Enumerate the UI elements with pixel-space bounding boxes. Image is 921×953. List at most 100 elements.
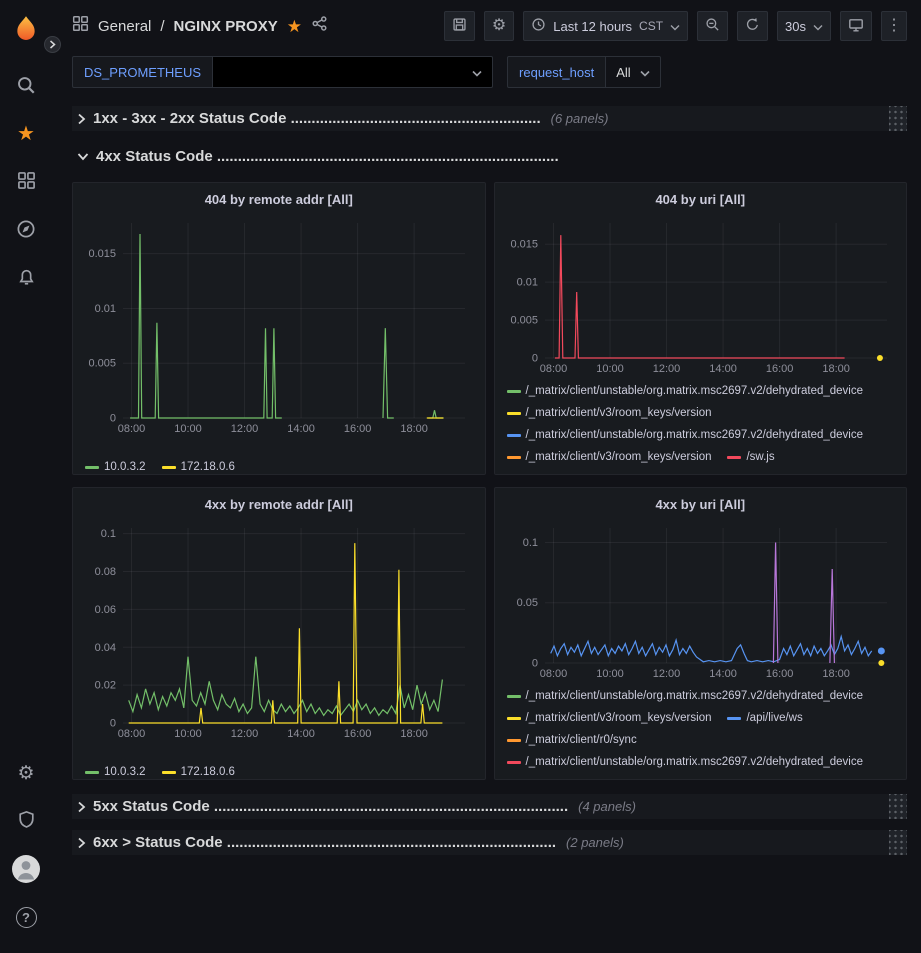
clock-icon xyxy=(531,17,546,35)
dashboard-row-4xx[interactable]: 4xx Status Code ........................… xyxy=(72,144,907,169)
svg-text:08:00: 08:00 xyxy=(539,363,567,375)
sidebar-item-search[interactable] xyxy=(6,66,46,106)
svg-text:18:00: 18:00 xyxy=(400,728,428,740)
sidebar-item-starred[interactable]: ★ xyxy=(6,114,46,154)
svg-text:0.01: 0.01 xyxy=(516,277,537,289)
legend-item[interactable]: /sw.js xyxy=(727,446,774,468)
svg-text:14:00: 14:00 xyxy=(709,668,737,680)
breadcrumb-folder[interactable]: General xyxy=(98,18,151,35)
legend-series-color xyxy=(507,434,521,437)
dashboard-row-5xx[interactable]: 5xx Status Code ........................… xyxy=(72,794,907,819)
panel-title[interactable]: 4xx by remote addr [All] xyxy=(81,493,477,518)
svg-text:16:00: 16:00 xyxy=(765,363,793,375)
refresh-interval-picker[interactable]: 30s xyxy=(777,11,831,41)
time-zone-label: CST xyxy=(639,19,663,33)
save-dashboard-button[interactable] xyxy=(444,11,475,41)
legend-series-label: 172.18.0.6 xyxy=(181,461,235,473)
shield-icon xyxy=(17,810,36,832)
panel-title[interactable]: 404 by uri [All] xyxy=(503,188,899,213)
svg-text:0.005: 0.005 xyxy=(510,315,538,327)
sidebar-item-explore[interactable] xyxy=(6,210,46,250)
legend-series-label: /api/live/ws xyxy=(746,712,802,724)
svg-text:18:00: 18:00 xyxy=(822,363,850,375)
variable-label: DS_PROMETHEUS xyxy=(72,56,213,88)
timeseries-chart[interactable]: 08:0010:0012:0014:0016:0018:0000.0050.01… xyxy=(503,213,897,378)
grafana-logo-icon[interactable] xyxy=(9,12,43,46)
panel-grid: 404 by remote addr [All] 08:0010:0012:00… xyxy=(72,182,907,780)
sidebar-item-alerting[interactable] xyxy=(6,258,46,298)
sidebar-item-server-admin[interactable] xyxy=(6,801,46,841)
svg-text:08:00: 08:00 xyxy=(118,423,146,435)
legend-series-label: /_matrix/client/unstable/org.matrix.msc2… xyxy=(526,429,864,441)
legend-item[interactable]: /_matrix/client/r0/sync xyxy=(507,729,637,751)
svg-text:0.05: 0.05 xyxy=(516,597,537,609)
legend-item[interactable]: /_matrix/client/unstable/org.matrix.msc2… xyxy=(507,380,864,402)
legend-item[interactable]: /_matrix/client/unstable/org.matrix.msc2… xyxy=(507,685,864,707)
legend-series-color xyxy=(727,717,741,720)
more-options-button[interactable]: ⋮ xyxy=(881,11,907,41)
row-drag-handle-icon[interactable] xyxy=(889,830,907,855)
svg-text:10:00: 10:00 xyxy=(596,668,624,680)
row-title: 5xx Status Code ........................… xyxy=(93,798,568,815)
sidebar-item-profile[interactable] xyxy=(6,849,46,889)
legend-item[interactable]: /api/live/ws xyxy=(727,707,802,729)
legend-item[interactable]: /_matrix/client/v3/room_keys/version xyxy=(507,402,712,424)
dashboard-row-1xx-3xx-2xx[interactable]: 1xx - 3xx - 2xx Status Code ............… xyxy=(72,106,907,131)
svg-text:16:00: 16:00 xyxy=(765,668,793,680)
panel-legend: /_matrix/client/unstable/org.matrix.msc2… xyxy=(503,683,899,773)
navbar: General / NGINX PROXY ★ ⚙ Last 12 hours … xyxy=(52,0,921,52)
refresh-button[interactable] xyxy=(737,11,768,41)
chevron-down-icon xyxy=(77,152,89,161)
legend-item[interactable]: /_matrix/client/v3/room_keys/version xyxy=(507,446,712,468)
legend-series-label: /sw.js xyxy=(746,451,774,463)
breadcrumb-separator: / xyxy=(160,18,164,35)
svg-text:0.04: 0.04 xyxy=(95,642,116,654)
row-drag-handle-icon[interactable] xyxy=(889,106,907,131)
svg-text:12:00: 12:00 xyxy=(231,728,259,740)
panel-title[interactable]: 404 by remote addr [All] xyxy=(81,188,477,213)
legend-item[interactable]: 172.18.0.6 xyxy=(162,456,235,474)
variable-ds-prometheus: DS_PROMETHEUS xyxy=(72,56,493,88)
dashboard-row-6xx[interactable]: 6xx > Status Code ......................… xyxy=(72,830,907,855)
legend-series-label: /_matrix/client/r0/sync xyxy=(526,734,637,746)
sidebar-item-help[interactable]: ? xyxy=(6,897,46,937)
row-drag-handle-icon[interactable] xyxy=(889,794,907,819)
legend-item[interactable]: /_matrix/client/unstable/org.matrix.msc2… xyxy=(507,751,864,773)
navbar-actions: ⚙ Last 12 hours CST 30s xyxy=(444,11,907,41)
sidebar-item-dashboards[interactable] xyxy=(6,162,46,202)
chevron-down-icon xyxy=(472,65,482,80)
variable-value-dropdown[interactable] xyxy=(213,56,493,88)
share-icon[interactable] xyxy=(311,15,328,37)
legend-item[interactable]: 10.0.3.2 xyxy=(85,761,146,779)
timeseries-chart[interactable]: 08:0010:0012:0014:0016:0018:0000.050.1 xyxy=(503,518,897,683)
bell-icon xyxy=(17,267,36,289)
chevron-right-icon xyxy=(77,801,86,813)
panel-404-by-remote-addr: 404 by remote addr [All] 08:0010:0012:00… xyxy=(72,182,486,475)
variable-value-dropdown[interactable]: All xyxy=(606,56,660,88)
dashboard-settings-button[interactable]: ⚙ xyxy=(484,11,514,41)
svg-text:14:00: 14:00 xyxy=(709,363,737,375)
timeseries-chart[interactable]: 08:0010:0012:0014:0016:0018:0000.020.040… xyxy=(81,518,475,743)
star-icon: ★ xyxy=(17,124,35,144)
chevron-down-icon xyxy=(670,19,680,34)
sidebar-item-settings[interactable]: ⚙ xyxy=(6,753,46,793)
sidebar-expand-button[interactable] xyxy=(44,36,61,53)
legend-item[interactable]: 10.0.3.2 xyxy=(85,456,146,474)
legend-item[interactable]: /_matrix/client/v3/room_keys/version xyxy=(507,707,712,729)
time-range-picker[interactable]: Last 12 hours CST xyxy=(523,11,688,41)
dashboard-title[interactable]: NGINX PROXY xyxy=(174,18,278,35)
legend-series-color xyxy=(507,717,521,720)
svg-text:12:00: 12:00 xyxy=(652,668,680,680)
legend-series-color xyxy=(85,466,99,469)
svg-text:0.015: 0.015 xyxy=(88,248,116,260)
timeseries-chart[interactable]: 08:0010:0012:0014:0016:0018:0000.0050.01… xyxy=(81,213,475,438)
svg-text:0.02: 0.02 xyxy=(95,680,116,692)
panel-title[interactable]: 4xx by uri [All] xyxy=(503,493,899,518)
svg-text:14:00: 14:00 xyxy=(287,423,315,435)
legend-item[interactable]: 172.18.0.6 xyxy=(162,761,235,779)
tv-mode-button[interactable] xyxy=(840,11,872,41)
search-icon xyxy=(16,75,36,98)
star-icon[interactable]: ★ xyxy=(287,18,302,35)
legend-item[interactable]: /_matrix/client/unstable/org.matrix.msc2… xyxy=(507,424,864,446)
zoom-out-button[interactable] xyxy=(697,11,728,41)
